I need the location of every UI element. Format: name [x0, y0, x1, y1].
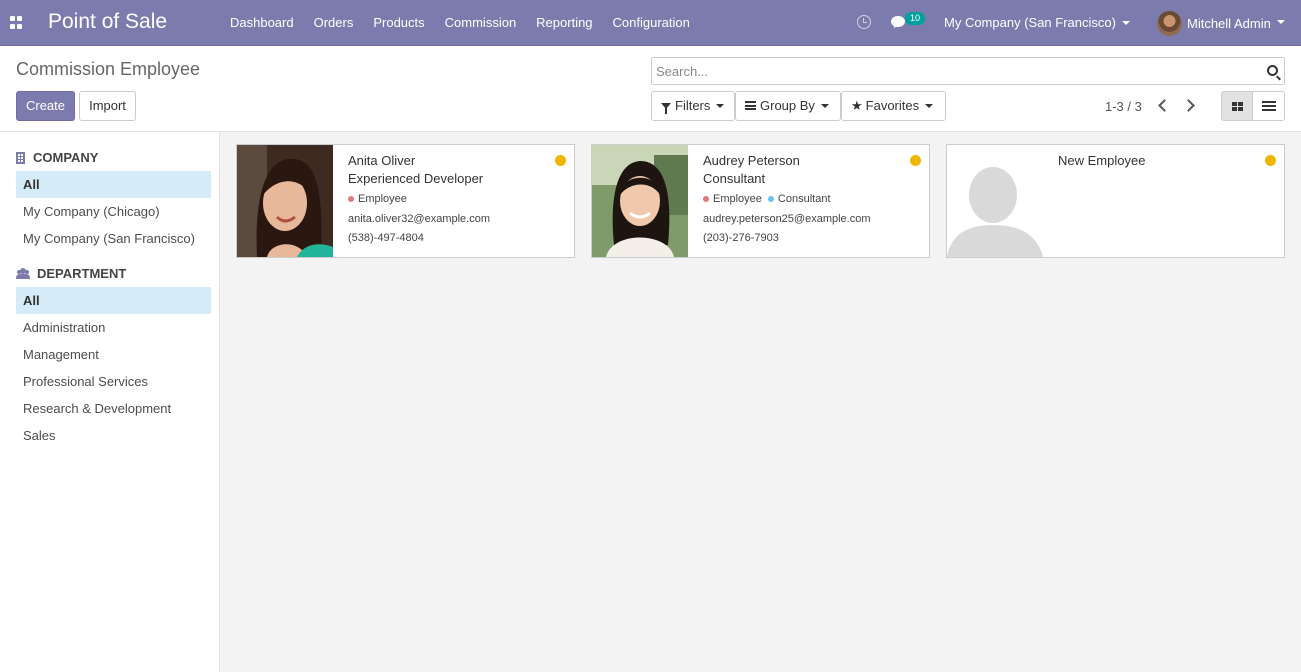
caret-down-icon: [716, 103, 725, 108]
building-icon: [16, 151, 25, 164]
search-panel-sidebar: COMPANY All My Company (Chicago) My Comp…: [0, 132, 220, 672]
favorites-button[interactable]: ★ Favorites: [841, 91, 946, 121]
filter-icon: [661, 102, 671, 114]
employee-tags: Employee Consultant: [703, 193, 837, 205]
tag-employee: Employee: [348, 193, 407, 205]
chevron-right-icon[interactable]: [1182, 99, 1195, 112]
presence-status-dot: [555, 155, 566, 166]
employee-email: anita.oliver32@example.com: [348, 213, 491, 225]
bars-icon: [745, 101, 756, 111]
menu-dashboard[interactable]: Dashboard: [220, 0, 304, 46]
company-heading-label: COMPANY: [33, 150, 99, 165]
apps-menu-icon[interactable]: [10, 16, 23, 29]
top-navbar: Point of Sale Dashboard Orders Products …: [0, 0, 1301, 46]
tag-color-dot: [348, 196, 354, 202]
import-button[interactable]: Import: [79, 91, 136, 121]
favorites-label: Favorites: [865, 98, 920, 113]
page-title: Commission Employee: [16, 59, 201, 79]
user-name: Mitchell Admin: [1187, 15, 1271, 31]
employee-card[interactable]: Audrey Peterson Consultant Employee Cons…: [591, 144, 930, 258]
create-button[interactable]: Create: [16, 91, 75, 121]
department-section-heading: DEPARTMENT: [16, 266, 126, 281]
filters-label: Filters: [675, 98, 711, 113]
group-by-button[interactable]: Group By: [735, 91, 841, 121]
pager-value[interactable]: 1-3 / 3: [1105, 99, 1142, 114]
menu-commission[interactable]: Commission: [435, 0, 527, 46]
chevron-left-icon[interactable]: [1158, 99, 1171, 112]
employee-tags: Employee: [348, 193, 413, 205]
tag-label: Consultant: [777, 193, 831, 205]
menu-orders[interactable]: Orders: [304, 0, 364, 46]
employee-photo: [592, 145, 688, 257]
caret-down-icon: [1276, 20, 1285, 24]
search-input[interactable]: [652, 58, 1242, 84]
menu-configuration[interactable]: Configuration: [603, 0, 700, 46]
presence-status-dot: [910, 155, 921, 166]
control-panel: Commission Employee Create Import Filter…: [0, 46, 1301, 132]
tag-label: Employee: [358, 193, 407, 205]
employee-job-title: Consultant: [703, 171, 766, 186]
search-icon[interactable]: [1267, 65, 1278, 76]
app-brand[interactable]: Point of Sale: [48, 10, 167, 34]
caret-down-icon: [925, 103, 934, 108]
company-section-heading: COMPANY: [16, 150, 98, 165]
tag-color-dot: [703, 196, 709, 202]
sidebar-item-research-development[interactable]: Research & Development: [16, 395, 211, 422]
users-icon: [16, 268, 30, 279]
employee-card[interactable]: New Employee: [946, 144, 1285, 258]
sidebar-item-professional-services[interactable]: Professional Services: [16, 368, 211, 395]
menu-products[interactable]: Products: [363, 0, 434, 46]
employee-card[interactable]: Anita Oliver Experienced Developer Emplo…: [236, 144, 575, 258]
sidebar-item-administration[interactable]: Administration: [16, 314, 211, 341]
activity-clock-icon[interactable]: [857, 15, 871, 29]
avatar: [1157, 10, 1182, 36]
caret-down-icon: [1121, 20, 1130, 25]
star-icon: ★: [851, 98, 863, 113]
sidebar-item-company-san-francisco[interactable]: My Company (San Francisco): [16, 225, 211, 252]
chat-count-badge: 10: [905, 12, 926, 25]
placeholder-avatar-icon: [947, 145, 1043, 257]
list-view-button[interactable]: [1252, 91, 1285, 121]
company-switcher-label: My Company (San Francisco): [944, 15, 1116, 30]
tag-label: Employee: [713, 193, 762, 205]
sidebar-item-sales[interactable]: Sales: [16, 422, 211, 449]
employee-photo: [237, 145, 333, 257]
main-menu: Dashboard Orders Products Commission Rep…: [220, 0, 700, 46]
sidebar-item-department-all[interactable]: All: [16, 287, 211, 314]
kanban-view-button[interactable]: [1221, 91, 1253, 121]
sidebar-item-management[interactable]: Management: [16, 341, 211, 368]
caret-down-icon: [820, 103, 829, 108]
employee-name: Audrey Peterson: [703, 153, 800, 168]
employee-phone: (538)-497-4804: [348, 232, 424, 244]
sidebar-item-company-all[interactable]: All: [16, 171, 211, 198]
sidebar-item-company-chicago[interactable]: My Company (Chicago): [16, 198, 211, 225]
menu-reporting[interactable]: Reporting: [526, 0, 602, 46]
user-menu[interactable]: Mitchell Admin: [1157, 9, 1285, 37]
chat-icon[interactable]: [891, 16, 905, 27]
tag-color-dot: [767, 196, 774, 202]
employee-phone: (203)-276-7903: [703, 232, 779, 244]
kanban-area: Anita Oliver Experienced Developer Emplo…: [220, 132, 1301, 672]
employee-email: audrey.peterson25@example.com: [703, 213, 871, 225]
presence-status-dot: [1265, 155, 1276, 166]
company-switcher[interactable]: My Company (San Francisco): [944, 0, 1130, 46]
tag-consultant: Consultant: [767, 193, 831, 205]
group-by-label: Group By: [760, 98, 815, 113]
employee-job-title: Experienced Developer: [348, 171, 484, 186]
department-heading-label: DEPARTMENT: [37, 266, 127, 281]
employee-name: New Employee: [1058, 153, 1146, 168]
employee-name: Anita Oliver: [348, 153, 416, 168]
filters-button[interactable]: Filters: [651, 91, 735, 121]
search-bar: [651, 57, 1285, 85]
tag-employee: Employee: [703, 193, 762, 205]
